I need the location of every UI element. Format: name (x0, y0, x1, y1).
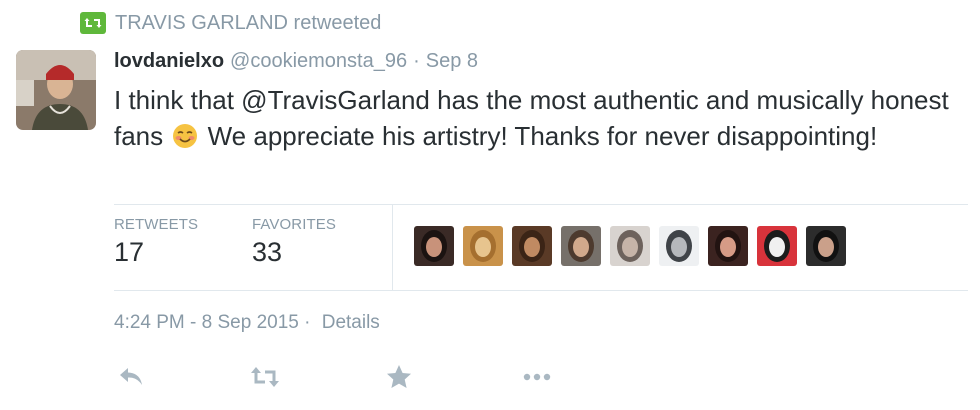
stats-divider-bottom (114, 290, 968, 291)
favorites-stat[interactable]: FAVORITES 33 (252, 216, 336, 268)
tweet-timestamp-row: 4:24 PM - 8 Sep 2015 · Details (114, 312, 380, 334)
tweet-text-part-2: We appreciate his artistry! Thanks for n… (200, 121, 878, 151)
favoriter-avatar-4[interactable] (561, 226, 601, 266)
tweet-time[interactable]: Sep 8 (426, 50, 478, 73)
favoriter-avatar-3[interactable] (512, 226, 552, 266)
timestamp-separator: · (304, 312, 311, 333)
tweet-actions (116, 362, 556, 392)
reply-icon[interactable] (116, 362, 146, 392)
retweet-context: TRAVIS GARLAND retweeted (80, 10, 381, 36)
author-avatar[interactable] (16, 50, 96, 130)
favorites-label: FAVORITES (252, 216, 336, 233)
favoriter-avatar-7[interactable] (708, 226, 748, 266)
retweet-icon (80, 12, 106, 34)
stats-divider-top (114, 204, 968, 205)
more-options-icon[interactable] (522, 362, 552, 392)
retweet-action-icon[interactable] (250, 362, 280, 392)
blushing-smile-emoji-icon (172, 122, 198, 148)
retweeted-by-label[interactable]: TRAVIS GARLAND retweeted (115, 12, 381, 35)
favoriters-avatars (414, 226, 846, 266)
favoriter-avatar-2[interactable] (463, 226, 503, 266)
favoriter-avatar-6[interactable] (659, 226, 699, 266)
favorite-star-icon[interactable] (384, 362, 414, 392)
favoriter-avatar-1[interactable] (414, 226, 454, 266)
author-display-name[interactable]: lovdanielxo (114, 50, 224, 73)
favoriter-avatar-5[interactable] (610, 226, 650, 266)
retweets-count: 17 (114, 237, 145, 267)
tweet-timestamp: 4:24 PM - 8 Sep 2015 (114, 312, 299, 333)
retweets-label: RETWEETS (114, 216, 199, 233)
author-screen-name[interactable]: @cookiemonsta_96 (230, 50, 407, 73)
favoriter-avatar-8[interactable] (757, 226, 797, 266)
favorites-count: 33 (252, 237, 283, 267)
favoriter-avatar-9[interactable] (806, 226, 846, 266)
retweets-stat[interactable]: RETWEETS 17 (114, 216, 198, 268)
tweet-header: lovdanielxo @cookiemonsta_96 · Sep 8 (114, 47, 478, 75)
details-link[interactable]: Details (322, 312, 380, 333)
stats-divider-vertical (392, 204, 393, 290)
tweet-text: I think that @TravisGarland has the most… (114, 82, 954, 154)
header-separator: · (413, 49, 420, 72)
